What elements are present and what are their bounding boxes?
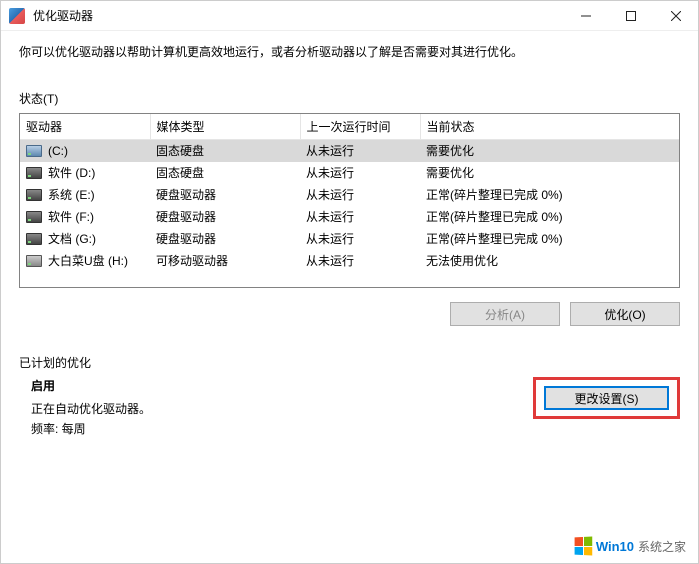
description-text: 你可以优化驱动器以帮助计算机更高效地运行，或者分析驱动器以了解是否需要对其进行优… [19,43,680,60]
media-type-cell: 硬盘驱动器 [150,184,300,206]
status-cell: 正常(碎片整理已完成 0%) [420,184,679,206]
scheduled-line1: 正在自动优化驱动器。 [31,400,151,417]
table-row[interactable]: (C:) 固态硬盘从未运行需要优化 [20,140,679,163]
lastrun-cell: 从未运行 [300,228,420,250]
drive-icon [26,255,42,267]
lastrun-cell: 从未运行 [300,206,420,228]
drive-name: 大白菜U盘 (H:) [48,252,128,270]
highlight-box: 更改设置(S) [533,377,680,419]
action-button-row: 分析(A) 优化(O) [19,302,680,326]
watermark-win10: Win10 [596,539,634,554]
titlebar: 优化驱动器 [1,1,698,31]
window-title: 优化驱动器 [33,7,563,24]
status-cell: 正常(碎片整理已完成 0%) [420,206,679,228]
drive-icon [26,211,42,223]
media-type-cell: 固态硬盘 [150,140,300,163]
media-type-cell: 硬盘驱动器 [150,228,300,250]
col-lastrun[interactable]: 上一次运行时间 [300,114,420,140]
drive-table: 驱动器 媒体类型 上一次运行时间 当前状态 (C:)固态硬盘从未运行需要优化软件… [20,114,679,272]
windows-logo-icon [574,537,592,556]
watermark-suffix: 系统之家 [638,538,686,555]
table-row[interactable]: 系统 (E:) 硬盘驱动器从未运行正常(碎片整理已完成 0%) [20,184,679,206]
col-media[interactable]: 媒体类型 [150,114,300,140]
status-label: 状态(T) [19,90,680,107]
scheduled-label: 已计划的优化 [19,354,680,371]
change-settings-button[interactable]: 更改设置(S) [544,386,669,410]
table-row[interactable]: 软件 (D:) 固态硬盘从未运行需要优化 [20,162,679,184]
drive-name: 系统 (E:) [48,186,95,204]
maximize-button[interactable] [608,1,653,30]
drive-list[interactable]: 驱动器 媒体类型 上一次运行时间 当前状态 (C:)固态硬盘从未运行需要优化软件… [19,113,680,288]
scheduled-on: 启用 [31,377,151,394]
drive-name: 文档 (G:) [48,230,96,248]
lastrun-cell: 从未运行 [300,184,420,206]
media-type-cell: 硬盘驱动器 [150,206,300,228]
status-cell: 无法使用优化 [420,250,679,272]
close-button[interactable] [653,1,698,30]
drive-name-cell: 文档 (G:) [20,228,150,250]
status-cell: 需要优化 [420,140,679,163]
watermark: Win10 系统之家 [574,537,686,555]
media-type-cell: 可移动驱动器 [150,250,300,272]
drive-icon [26,145,42,157]
status-cell: 正常(碎片整理已完成 0%) [420,228,679,250]
optimize-button[interactable]: 优化(O) [570,302,680,326]
minimize-button[interactable] [563,1,608,30]
drive-name-cell: 软件 (D:) [20,162,150,184]
window-controls [563,1,698,30]
table-row[interactable]: 大白菜U盘 (H:) 可移动驱动器从未运行无法使用优化 [20,250,679,272]
lastrun-cell: 从未运行 [300,250,420,272]
table-row[interactable]: 软件 (F:) 硬盘驱动器从未运行正常(碎片整理已完成 0%) [20,206,679,228]
drive-name-cell: 大白菜U盘 (H:) [20,250,150,272]
table-row[interactable]: 文档 (G:) 硬盘驱动器从未运行正常(碎片整理已完成 0%) [20,228,679,250]
col-status[interactable]: 当前状态 [420,114,679,140]
drive-icon [26,167,42,179]
drive-icon [26,189,42,201]
scheduled-info: 启用 正在自动优化驱动器。 频率: 每周 [19,377,151,440]
table-header-row: 驱动器 媒体类型 上一次运行时间 当前状态 [20,114,679,140]
drive-name: 软件 (F:) [48,208,94,226]
col-drive[interactable]: 驱动器 [20,114,150,140]
content-area: 你可以优化驱动器以帮助计算机更高效地运行，或者分析驱动器以了解是否需要对其进行优… [1,31,698,440]
defrag-icon [9,8,25,24]
drive-icon [26,233,42,245]
drive-name-cell: 系统 (E:) [20,184,150,206]
drive-name-cell: (C:) [20,140,150,163]
drive-name: (C:) [48,142,68,160]
status-cell: 需要优化 [420,162,679,184]
drive-name-cell: 软件 (F:) [20,206,150,228]
scheduled-line2: 频率: 每周 [31,420,151,437]
scheduled-section: 启用 正在自动优化驱动器。 频率: 每周 更改设置(S) [19,377,680,440]
lastrun-cell: 从未运行 [300,140,420,163]
analyze-button[interactable]: 分析(A) [450,302,560,326]
drive-name: 软件 (D:) [48,164,95,182]
lastrun-cell: 从未运行 [300,162,420,184]
media-type-cell: 固态硬盘 [150,162,300,184]
